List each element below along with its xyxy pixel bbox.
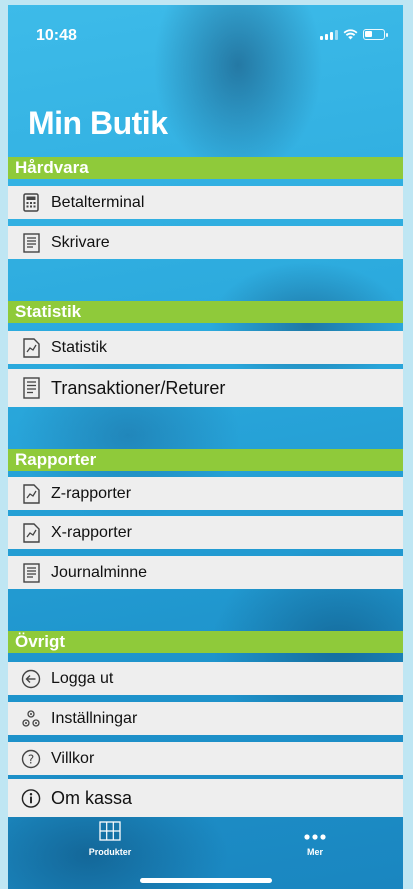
question-circle-icon: ?: [21, 749, 41, 769]
svg-text:?: ?: [28, 752, 34, 766]
home-indicator: [140, 878, 272, 883]
menu-item-installningar[interactable]: Inställningar: [8, 702, 403, 735]
receipt-icon: [21, 562, 41, 583]
menu-item-label: Betalterminal: [51, 193, 145, 211]
tab-label: Mer: [306, 847, 323, 857]
info-circle-icon: [21, 788, 41, 808]
battery-icon: [363, 29, 388, 40]
tab-produkter[interactable]: Produkter: [50, 811, 170, 857]
section-header-hardvara: Hårdvara: [8, 157, 403, 179]
menu-item-label: Z-rapporter: [51, 484, 132, 502]
calculator-icon: [21, 193, 41, 213]
menu-item-x-rapporter[interactable]: X-rapporter: [8, 516, 403, 549]
tab-mer[interactable]: Mer: [255, 811, 375, 857]
menu-item-label: Om kassa: [51, 787, 133, 808]
section-header-statistik: Statistik: [8, 301, 403, 323]
menu-item-label: Inställningar: [51, 709, 138, 727]
menu-item-logga-ut[interactable]: Logga ut: [8, 662, 403, 695]
menu-item-label: Skrivare: [51, 233, 110, 251]
status-time: 10:48: [36, 27, 77, 44]
menu-item-label: Villkor: [51, 749, 95, 767]
menu-item-label: X-rapporter: [51, 523, 132, 541]
signal-icon: [320, 29, 338, 40]
status-icons: [320, 29, 388, 40]
menu-item-label: Journalminne: [51, 563, 148, 581]
back-arrow-circle-icon: [21, 669, 41, 689]
grid-icon: [99, 821, 121, 841]
page-title: Min Butik: [28, 105, 168, 141]
menu-item-transaktioner[interactable]: Transaktioner/Returer: [8, 369, 403, 407]
section-header-rapporter: Rapporter: [8, 449, 403, 471]
gears-icon: [21, 709, 41, 729]
menu-item-villkor[interactable]: ? Villkor: [8, 742, 403, 775]
menu-item-betalterminal[interactable]: Betalterminal: [8, 186, 403, 219]
receipt-icon: [21, 232, 41, 253]
wifi-icon: [343, 29, 358, 40]
menu-item-journalminne[interactable]: Journalminne: [8, 556, 403, 589]
chart-document-icon: [21, 522, 41, 543]
menu-item-skrivare[interactable]: Skrivare: [8, 226, 403, 259]
menu-item-z-rapporter[interactable]: Z-rapporter: [8, 477, 403, 510]
receipt-icon: [21, 377, 41, 399]
more-dots-icon: [304, 834, 326, 840]
tab-label: Produkter: [88, 847, 132, 857]
menu-item-statistik[interactable]: Statistik: [8, 331, 403, 364]
section-header-ovrigt: Övrigt: [8, 631, 403, 653]
menu-item-label: Transaktioner/Returer: [51, 377, 226, 398]
menu-item-label: Statistik: [51, 338, 108, 356]
chart-document-icon: [21, 483, 41, 504]
app-screen: 10:48 Min Butik Hårdvara Betalterminal S…: [8, 5, 403, 889]
menu-item-label: Logga ut: [51, 669, 114, 687]
chart-document-icon: [21, 337, 41, 358]
